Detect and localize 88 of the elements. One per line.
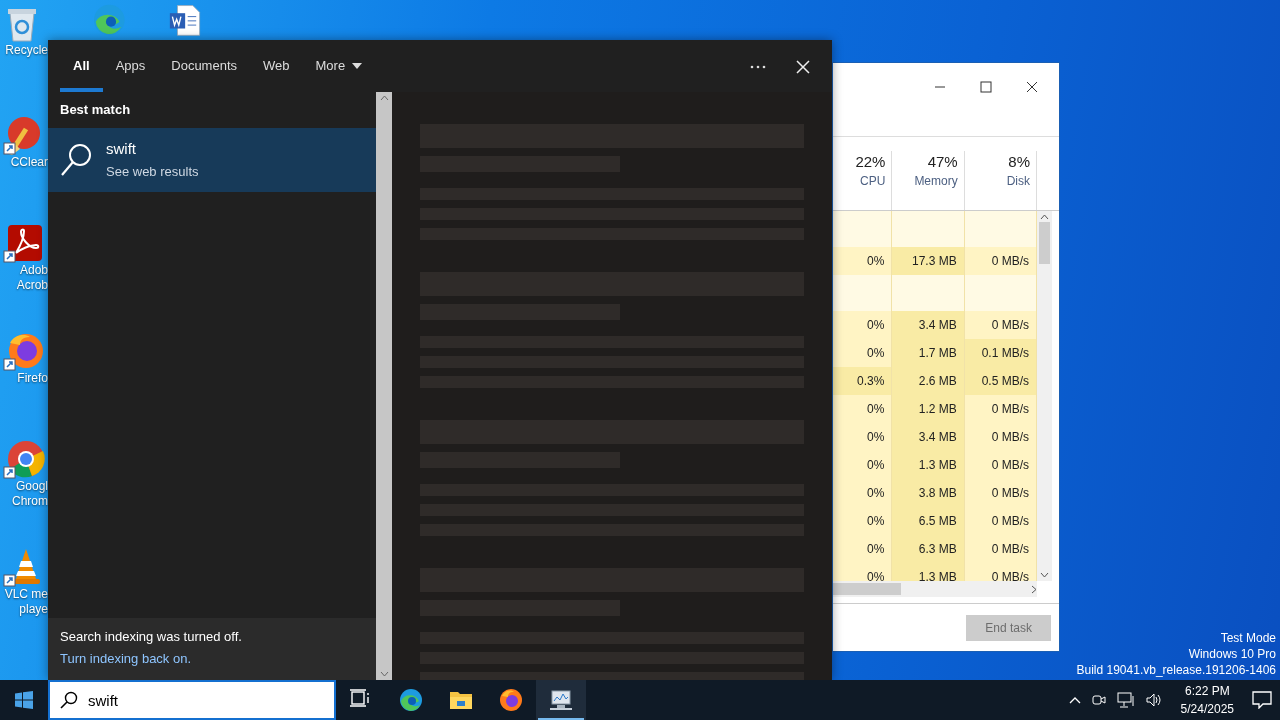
- table-cell: 0%: [833, 563, 893, 581]
- table-cell: 0.3%: [833, 367, 893, 395]
- monitor-chart-icon: [549, 688, 573, 712]
- fox-globe-icon[interactable]: [2, 331, 46, 371]
- maximize-icon: [980, 81, 992, 93]
- table-cell: 2.6 MB: [892, 367, 965, 395]
- taskbar-app[interactable]: [536, 680, 586, 720]
- table-cell: 0.5 MB/s: [964, 367, 1037, 395]
- horizontal-scrollbar[interactable]: [833, 581, 1037, 597]
- close-icon: [796, 59, 810, 74]
- table-cell: 0 MB/s: [964, 535, 1037, 563]
- table-cell: 0 MB/s: [964, 479, 1037, 507]
- search-tab[interactable]: All: [60, 40, 103, 92]
- table-cell: 0%: [833, 451, 893, 479]
- icon-label: Recycle: [5, 43, 48, 58]
- scroll-up-icon[interactable]: [379, 95, 389, 101]
- column-header[interactable]: 47% Memory: [892, 151, 965, 210]
- vertical-scrollbar[interactable]: [376, 92, 392, 680]
- notification-icon[interactable]: [1252, 691, 1272, 709]
- table-cell: 0 MB/s: [964, 311, 1037, 339]
- icon-label: Firefo: [17, 371, 48, 386]
- search-field[interactable]: swift: [48, 680, 336, 720]
- icon-label: VLC me: [4, 587, 48, 602]
- search-result[interactable]: swift See web results: [48, 127, 376, 192]
- scroll-right-icon[interactable]: [1031, 584, 1037, 594]
- speaker-icon[interactable]: [1144, 692, 1163, 708]
- caret-icon: [352, 63, 363, 69]
- search-tab[interactable]: Web: [250, 40, 303, 92]
- fox-globe-icon: [499, 688, 523, 712]
- table-cell: 0%: [833, 535, 893, 563]
- icon-label: playe: [19, 602, 48, 617]
- windows-logo-icon: [15, 691, 33, 709]
- table-cell: 3.4 MB: [892, 423, 965, 451]
- edge-icon: [399, 688, 423, 712]
- chevron-up-icon[interactable]: [1068, 696, 1081, 704]
- camera-icon[interactable]: [1090, 692, 1107, 708]
- table-cell: 0%: [833, 507, 893, 535]
- table-cell: 1.3 MB: [892, 563, 965, 581]
- table-cell: 1.7 MB: [892, 339, 965, 367]
- table-cell: 0.1 MB/s: [964, 339, 1037, 367]
- scroll-up-icon[interactable]: [1040, 214, 1049, 220]
- icon-label: Chrom: [12, 494, 48, 509]
- table-cell: 0%: [833, 311, 893, 339]
- system-watermark-text: Windows 10 Pro: [1188, 646, 1276, 662]
- more-menu[interactable]: More: [302, 40, 376, 92]
- table-cell: 0 MB/s: [964, 507, 1037, 535]
- system-watermark-text: Test Mode: [1220, 630, 1276, 646]
- search-icon: [60, 691, 78, 709]
- table-cell: 0 MB/s: [964, 247, 1037, 275]
- column-header[interactable]: 8% Disk: [964, 151, 1037, 210]
- scrollbar-thumb[interactable]: [833, 583, 901, 595]
- table-cell: 17.3 MB: [892, 247, 965, 275]
- search-icon: [60, 142, 92, 177]
- table-cell: 3.4 MB: [892, 311, 965, 339]
- table-cell: 0%: [833, 479, 893, 507]
- network-icon[interactable]: [1116, 692, 1135, 708]
- table-cell: 0 MB/s: [964, 451, 1037, 479]
- indexing-link[interactable]: Turn indexing back on.: [60, 650, 192, 668]
- section-heading: Best match: [59, 101, 132, 119]
- table-cell: 0 MB/s: [964, 423, 1037, 451]
- table-cell: 0%: [833, 247, 893, 275]
- vertical-scrollbar[interactable]: [1037, 211, 1052, 581]
- table-cell: 3.8 MB: [892, 479, 965, 507]
- system-watermark-text: Build 19041.vb_release.191206-1406: [1076, 662, 1276, 678]
- table-cell: 0%: [833, 339, 893, 367]
- table-cell: 1.2 MB: [892, 395, 965, 423]
- table-cell: 0 MB/s: [964, 395, 1037, 423]
- search-tab[interactable]: Documents: [158, 40, 250, 92]
- column-header[interactable]: 22% CPU: [833, 151, 893, 210]
- scroll-down-icon[interactable]: [379, 671, 389, 677]
- chrome-icon[interactable]: [2, 439, 46, 479]
- table-cell: 6.3 MB: [892, 535, 965, 563]
- clock[interactable]: 6:22 PM 5/24/2025: [1172, 682, 1242, 718]
- search-tab[interactable]: Apps: [102, 40, 159, 92]
- icon-label: Googl: [15, 479, 48, 494]
- icon-label: Adob: [19, 263, 48, 278]
- indexing-message: Search indexing was turned off.: [60, 628, 243, 646]
- close-icon: [1026, 81, 1038, 93]
- table-cell: 6.5 MB: [892, 507, 965, 535]
- table-cell: 0%: [833, 395, 893, 423]
- icon-label: Acrob: [16, 278, 48, 293]
- ellipsis-icon: [750, 64, 766, 69]
- table-cell: 0 MB/s: [964, 563, 1037, 581]
- scroll-down-icon[interactable]: [1040, 572, 1049, 578]
- table-cell: 0%: [833, 423, 893, 451]
- icon-label: CClear: [10, 155, 48, 170]
- scrollbar-thumb[interactable]: [1039, 222, 1050, 264]
- table-cell: 1.3 MB: [892, 451, 965, 479]
